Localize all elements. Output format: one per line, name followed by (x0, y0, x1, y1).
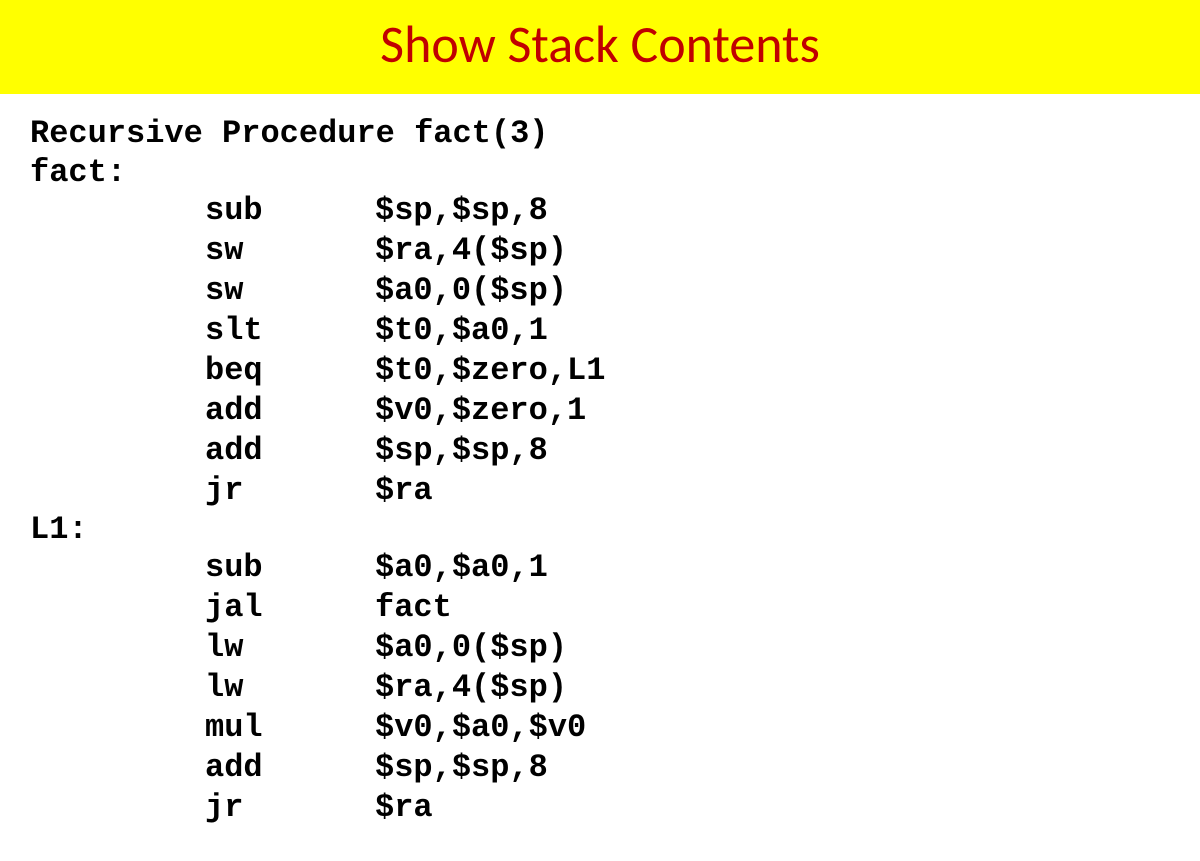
operands: fact (375, 588, 1200, 628)
opcode: sw (205, 231, 375, 271)
operands: $ra,4($sp) (375, 231, 1200, 271)
indent (30, 628, 205, 668)
indent (30, 788, 205, 828)
operands: $sp,$sp,8 (375, 748, 1200, 788)
indent (30, 431, 205, 471)
operands: $ra (375, 788, 1200, 828)
opcode: jr (205, 788, 375, 828)
instruction-row: sub$sp,$sp,8 (30, 191, 1200, 231)
instruction-row: add$sp,$sp,8 (30, 748, 1200, 788)
opcode: add (205, 431, 375, 471)
operands: $v0,$zero,1 (375, 391, 1200, 431)
opcode: lw (205, 668, 375, 708)
instruction-row: sw$a0,0($sp) (30, 271, 1200, 311)
indent (30, 231, 205, 271)
instruction-row: lw$a0,0($sp) (30, 628, 1200, 668)
indent (30, 351, 205, 391)
operands: $ra,4($sp) (375, 668, 1200, 708)
instruction-row: jr$ra (30, 788, 1200, 828)
operands: $a0,0($sp) (375, 628, 1200, 668)
instruction-row: beq$t0,$zero,L1 (30, 351, 1200, 391)
opcode: sw (205, 271, 375, 311)
title-text: Show Stack Contents (380, 12, 820, 76)
opcode: lw (205, 628, 375, 668)
indent (30, 708, 205, 748)
operands: $t0,$zero,L1 (375, 351, 1200, 391)
instruction-row: mul$v0,$a0,$v0 (30, 708, 1200, 748)
indent (30, 548, 205, 588)
operands: $t0,$a0,1 (375, 311, 1200, 351)
operands: $sp,$sp,8 (375, 191, 1200, 231)
operands: $sp,$sp,8 (375, 431, 1200, 471)
indent (30, 588, 205, 628)
operands: $ra (375, 471, 1200, 511)
heading-text: Recursive Procedure fact(3) (30, 114, 1200, 154)
operands: $a0,$a0,1 (375, 548, 1200, 588)
opcode: mul (205, 708, 375, 748)
opcode: jr (205, 471, 375, 511)
slide-title: Show Stack Contents (0, 0, 1200, 94)
indent (30, 271, 205, 311)
instruction-row: add$sp,$sp,8 (30, 431, 1200, 471)
operands: $v0,$a0,$v0 (375, 708, 1200, 748)
indent (30, 311, 205, 351)
opcode: add (205, 748, 375, 788)
slide-content: Recursive Procedure fact(3) fact: sub$sp… (0, 94, 1200, 828)
instruction-row: jalfact (30, 588, 1200, 628)
opcode: sub (205, 191, 375, 231)
opcode: beq (205, 351, 375, 391)
instruction-row: sub$a0,$a0,1 (30, 548, 1200, 588)
opcode: add (205, 391, 375, 431)
opcode: sub (205, 548, 375, 588)
code-block-2: sub$a0,$a0,1jalfactlw$a0,0($sp)lw$ra,4($… (30, 548, 1200, 828)
indent (30, 191, 205, 231)
instruction-row: sw$ra,4($sp) (30, 231, 1200, 271)
operands: $a0,0($sp) (375, 271, 1200, 311)
indent (30, 391, 205, 431)
indent (30, 668, 205, 708)
indent (30, 471, 205, 511)
instruction-row: slt$t0,$a0,1 (30, 311, 1200, 351)
instruction-row: jr$ra (30, 471, 1200, 511)
indent (30, 748, 205, 788)
opcode: slt (205, 311, 375, 351)
opcode: jal (205, 588, 375, 628)
code-block-1: sub$sp,$sp,8sw$ra,4($sp)sw$a0,0($sp)slt$… (30, 191, 1200, 511)
instruction-row: lw$ra,4($sp) (30, 668, 1200, 708)
instruction-row: add$v0,$zero,1 (30, 391, 1200, 431)
label-fact: fact: (30, 154, 1200, 191)
label-l1: L1: (30, 511, 1200, 548)
